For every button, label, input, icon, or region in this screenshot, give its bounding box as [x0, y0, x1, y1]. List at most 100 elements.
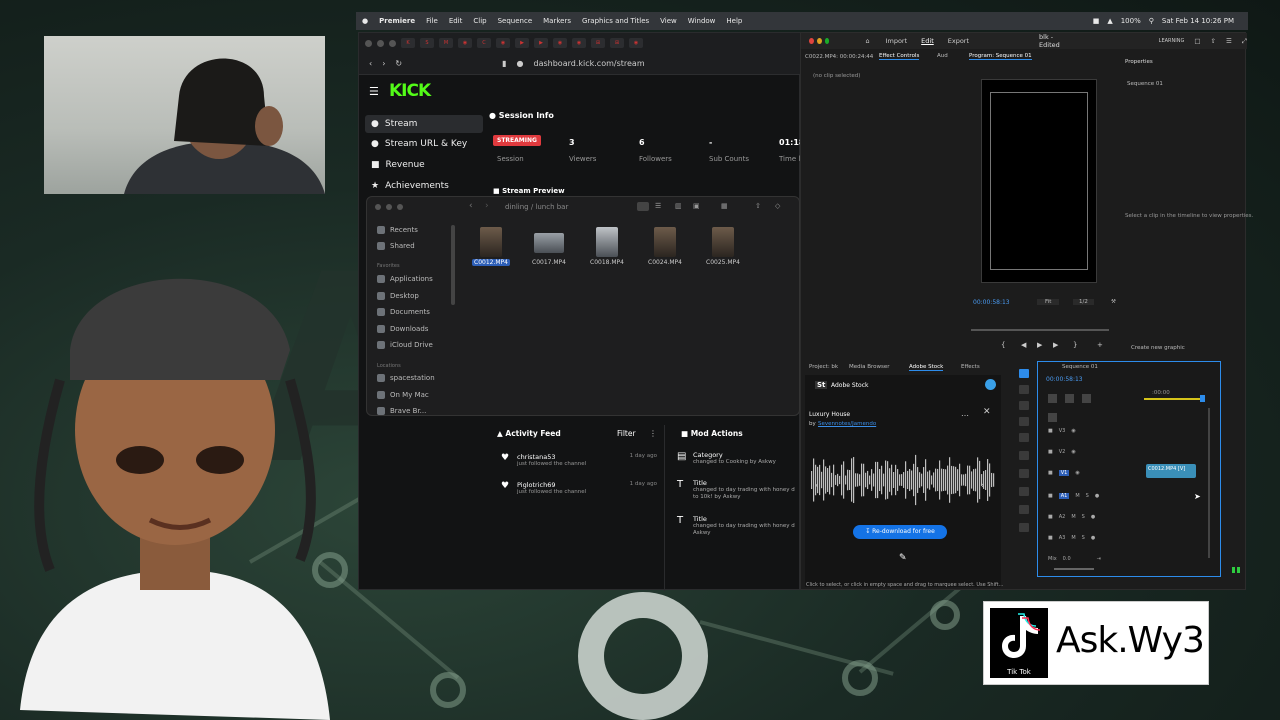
user-avatar-icon[interactable] [985, 379, 996, 390]
work-area-bar[interactable] [1144, 398, 1204, 400]
type-tool-icon[interactable] [1019, 505, 1029, 514]
redownload-button[interactable]: ↧ Re-download for free [853, 525, 947, 539]
tag-icon[interactable]: ◇ [775, 202, 780, 210]
solo-icon[interactable]: S [1086, 493, 1089, 499]
mic-icon[interactable]: ● [1091, 514, 1095, 520]
go-to-end-icon[interactable]: ⇥ [1097, 556, 1101, 562]
add-marker-icon[interactable] [1082, 394, 1092, 403]
selection-tool-icon[interactable] [1019, 369, 1029, 378]
fullscreen-icon[interactable]: ⤢ [1242, 37, 1247, 46]
mic-icon[interactable]: ● [1091, 535, 1095, 541]
previous-icon[interactable]: ‹ [815, 481, 819, 491]
mute-icon[interactable]: M [1071, 535, 1075, 541]
mix-value[interactable]: 0.0 [1063, 556, 1071, 562]
track-v1[interactable]: ■ V1 ◉ [1048, 470, 1080, 476]
menu-edit[interactable]: Edit [449, 17, 463, 25]
visibility-icon[interactable]: ◉ [1071, 428, 1075, 434]
address-bar[interactable]: ‹ › ↻ ▮ ● dashboard.kick.com/stream [359, 53, 801, 75]
tab-adobe-stock[interactable]: Adobe Stock [909, 364, 944, 371]
close-window-icon[interactable] [365, 39, 372, 47]
program-timecode[interactable]: 00:00:58:13 [973, 299, 1010, 306]
hand-tool-icon[interactable] [1019, 487, 1029, 496]
browser-tab[interactable]: C [477, 38, 491, 48]
wifi-icon[interactable]: ▲ [1107, 17, 1112, 25]
sidebar-item-icloud[interactable]: iCloud Drive [377, 341, 433, 349]
menu-window[interactable]: Window [688, 17, 716, 25]
mark-in-icon[interactable]: { [1001, 341, 1005, 349]
menu-sequence[interactable]: Sequence [498, 17, 533, 25]
browser-tab[interactable]: ◉ [629, 38, 643, 48]
ripple-edit-tool-icon[interactable] [1019, 401, 1029, 410]
file-item[interactable]: C0018.MP4 [584, 227, 630, 266]
browser-tab[interactable]: ▶ [515, 38, 529, 48]
mark-out-icon[interactable]: } [1073, 341, 1077, 349]
battery-label[interactable]: 100% [1121, 17, 1141, 25]
search-icon[interactable]: ⚲ [1149, 17, 1154, 25]
zoom-fit-select[interactable]: Fit [1037, 299, 1060, 305]
wrench-icon[interactable] [1048, 413, 1057, 422]
timeline-vertical-scrollbar[interactable] [1208, 408, 1210, 558]
file-item[interactable]: C0017.MP4 [526, 227, 572, 266]
browser-tab[interactable]: ⊞ [591, 38, 605, 48]
track-a3[interactable]: ■ A3 M S ● [1048, 535, 1095, 541]
track-a2[interactable]: ■ A2 M S ● [1048, 514, 1095, 520]
browser-tab[interactable]: ◉ [458, 38, 472, 48]
program-scrubber[interactable] [971, 329, 1109, 331]
tab-audio[interactable]: Aud [937, 53, 948, 59]
browser-tab[interactable]: ▶ [534, 38, 548, 48]
close-window-icon[interactable] [809, 38, 814, 44]
file-item[interactable]: C0012.MP4 [468, 227, 514, 266]
sidebar-item-recents[interactable]: Recents [377, 226, 418, 234]
linked-selection-icon[interactable] [1065, 394, 1075, 403]
track-mix[interactable]: Mix 0.0 ⇥ [1048, 556, 1101, 562]
mute-icon[interactable]: M [1075, 493, 1079, 499]
sidebar-item-documents[interactable]: Documents [377, 308, 430, 316]
group-icon[interactable]: ▦ [721, 202, 728, 210]
camera-icon[interactable]: ■ [1093, 17, 1100, 25]
solo-icon[interactable]: S [1082, 535, 1085, 541]
workspace-import[interactable]: Import [886, 37, 908, 45]
tab-program-monitor[interactable]: Program: Sequence 01 [969, 53, 1032, 60]
bookmark-icon[interactable]: ▮ [502, 59, 506, 68]
sidebar-item-brave[interactable]: Brave Br... [377, 407, 426, 415]
menu-clip[interactable]: Clip [473, 17, 486, 25]
play-icon[interactable]: ▶ [1037, 341, 1042, 349]
browser-tab[interactable]: ◉ [553, 38, 567, 48]
timeline-clip[interactable]: C0012.MP4 [V] [1146, 464, 1196, 478]
snap-icon[interactable] [1048, 394, 1057, 403]
back-icon[interactable]: ‹ [369, 59, 372, 68]
workspace-edit[interactable]: Edit [921, 37, 934, 45]
menu-help[interactable]: Help [726, 17, 742, 25]
share-icon[interactable]: ⇧ [755, 202, 761, 210]
nav-achievements[interactable]: ★ Achievements [365, 177, 483, 195]
menu-markers[interactable]: Markers [543, 17, 571, 25]
browser-tab[interactable]: S [420, 38, 434, 48]
sidebar-item-desktop[interactable]: Desktop [377, 292, 419, 300]
program-monitor[interactable] [981, 79, 1097, 283]
lock-icon[interactable]: ■ [1048, 493, 1053, 499]
browser-tab[interactable]: M [439, 38, 453, 48]
gallery-view-icon[interactable]: ▣ [693, 202, 700, 210]
browser-tab[interactable]: ⊞ [610, 38, 624, 48]
lock-icon[interactable]: ■ [1048, 514, 1053, 520]
minimize-window-icon[interactable] [377, 39, 384, 47]
minimize-window-icon[interactable] [816, 38, 822, 44]
sidebar-item-shared[interactable]: Shared [377, 242, 415, 250]
icon-view-icon[interactable] [637, 202, 649, 211]
track-v3[interactable]: ■ V3 ◉ [1048, 428, 1076, 434]
menu-icon[interactable]: ☰ [1226, 37, 1232, 45]
url-text[interactable]: dashboard.kick.com/stream [534, 59, 645, 68]
tab-project[interactable]: Project: bk [809, 364, 838, 370]
visibility-icon[interactable]: ◉ [1071, 449, 1075, 455]
track-select-tool-icon[interactable] [1019, 385, 1029, 394]
sidebar-item-downloads[interactable]: Downloads [377, 325, 428, 333]
browser-tab[interactable]: ◉ [572, 38, 586, 48]
list-view-icon[interactable]: ☰ [655, 202, 661, 210]
rectangle-tool-icon[interactable] [1019, 469, 1029, 478]
visibility-icon[interactable]: ◉ [1075, 470, 1079, 476]
track-author-link[interactable]: Sevennotes/Jamendo [818, 421, 876, 427]
create-new-graphic-button[interactable]: Create new graphic [1131, 345, 1185, 351]
nav-stream-url-key[interactable]: ● Stream URL & Key [365, 135, 483, 153]
slip-tool-icon[interactable] [1019, 433, 1029, 442]
column-view-icon[interactable]: ▥ [675, 202, 682, 210]
